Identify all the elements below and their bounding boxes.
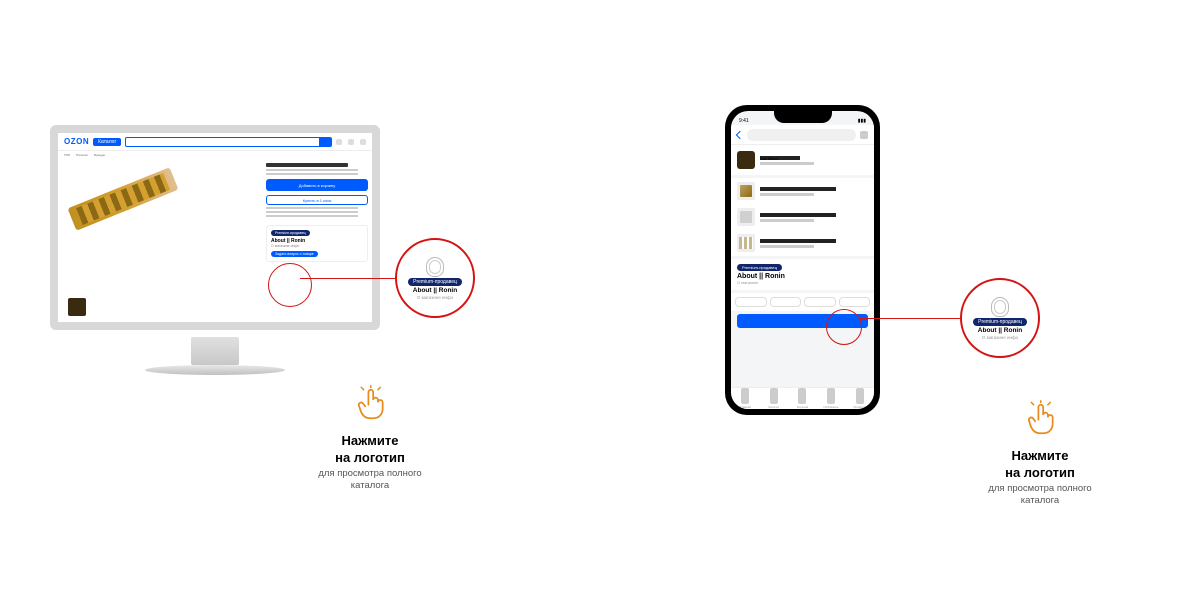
status-icons: ▮▮▮	[858, 118, 866, 124]
phone-notch	[774, 111, 832, 123]
instruction-block: Нажмите на логотип для просмотра полного…	[970, 400, 1110, 507]
instruction-line2: на логотип	[300, 451, 440, 466]
seller-info-block[interactable]: Premium-продавец About || Ronin О магази…	[731, 259, 874, 290]
desktop-screen: OZON Каталог TOPPremiumБренды Добавит	[58, 133, 372, 322]
back-icon[interactable]	[736, 130, 744, 138]
callout-seller-name: About || Ronin	[413, 287, 457, 294]
seller-about: О магазине инфо	[271, 244, 363, 248]
seller-title: Dali Blanc	[760, 156, 800, 160]
highlight-circle-icon	[268, 263, 312, 307]
monitor-stand-neck	[191, 337, 239, 365]
nav-catalog[interactable]: Каталог	[760, 388, 789, 409]
instruction-sub: для просмотра полного каталога	[300, 468, 440, 492]
list-item[interactable]	[731, 178, 874, 204]
catalog-button[interactable]: Каталог	[93, 138, 121, 146]
callout-badge: Premium-продавец	[408, 278, 462, 286]
ask-seller-button[interactable]: Задать вопрос о товаре	[271, 251, 318, 257]
filter-chip[interactable]	[839, 297, 871, 307]
callout-badge: Premium-продавец	[973, 318, 1027, 326]
filter-chips	[731, 293, 874, 311]
callout-sub: О магазине инфо	[417, 295, 453, 300]
search-input[interactable]	[125, 137, 332, 147]
callout-zoom: Premium-продавец About || Ronin О магази…	[395, 238, 475, 318]
phone-screen: 9:41 ▮▮▮ Dali Blanc Premium-продавец Abo…	[731, 111, 874, 409]
thumbnail[interactable]	[68, 298, 86, 316]
header-icons	[336, 139, 366, 145]
search-input[interactable]	[747, 129, 856, 141]
product-image[interactable]	[68, 167, 179, 230]
fingerprint-icon	[991, 297, 1009, 317]
nav-profile[interactable]: Профиль	[845, 388, 874, 409]
instruction-sub: для просмотра полного каталога	[970, 483, 1110, 507]
list-item[interactable]	[731, 230, 874, 256]
tap-hand-icon	[354, 385, 386, 423]
callout-sub: О магазине инфо	[982, 335, 1018, 340]
filter-chip[interactable]	[735, 297, 767, 307]
add-to-cart-button[interactable]: Добавить в корзину	[266, 179, 368, 191]
seller-sub: О магазине	[737, 280, 868, 285]
ozon-logo[interactable]: OZON	[64, 137, 89, 146]
ozon-header: OZON Каталог	[58, 133, 372, 151]
cart-icon[interactable]	[360, 139, 366, 145]
nav-fav[interactable]: Избранное	[817, 388, 846, 409]
collection-list	[731, 178, 874, 256]
instruction-block: Нажмите на логотип для просмотра полного…	[300, 385, 440, 492]
favorites-icon[interactable]	[348, 139, 354, 145]
highlight-circle-icon	[826, 309, 862, 345]
callout-zoom: Premium-продавец About || Ronin О магази…	[960, 278, 1040, 358]
nav-home[interactable]: Главная	[731, 388, 760, 409]
product-gallery	[58, 159, 262, 322]
monitor-stand-base	[145, 365, 285, 375]
monitor-bezel: OZON Каталог TOPPremiumБренды Добавит	[50, 125, 380, 330]
phone-header	[731, 125, 874, 145]
orders-icon[interactable]	[336, 139, 342, 145]
seller-name: About || Ronin	[737, 273, 868, 280]
phone-device: 9:41 ▮▮▮ Dali Blanc Premium-продавец Abo…	[725, 105, 880, 415]
callout-line	[300, 278, 395, 279]
one-click-buy-button[interactable]: Купить в 1 клик	[266, 195, 368, 205]
filter-chip[interactable]	[770, 297, 802, 307]
tap-hand-icon	[1024, 400, 1056, 438]
filter-chip[interactable]	[804, 297, 836, 307]
desktop-monitor: OZON Каталог TOPPremiumБренды Добавит	[50, 125, 380, 375]
ozon-body: Добавить в корзину Купить в 1 клик Premi…	[58, 159, 372, 322]
list-item[interactable]	[731, 204, 874, 230]
fingerprint-icon	[426, 257, 444, 277]
nav-cart[interactable]: Корзина	[788, 388, 817, 409]
instruction-line1: Нажмите	[300, 434, 440, 449]
premium-badge: Premium-продавец	[271, 230, 310, 236]
callout-line	[860, 318, 960, 319]
seller-block[interactable]: Premium-продавец About || Ronin О магази…	[266, 225, 368, 262]
ozon-nav: TOPPremiumБренды	[58, 151, 372, 159]
share-icon[interactable]	[860, 131, 868, 139]
seller-avatar	[737, 151, 755, 169]
instruction-line1: Нажмите	[970, 449, 1110, 464]
instruction-line2: на логотип	[970, 466, 1110, 481]
seller-header[interactable]: Dali Blanc	[731, 145, 874, 175]
bottom-nav: Главная Каталог Корзина Избранное Профил…	[731, 387, 874, 409]
callout-seller-name: About || Ronin	[978, 327, 1022, 334]
status-time: 9:41	[739, 118, 749, 124]
premium-badge: Premium-продавец	[737, 264, 782, 271]
